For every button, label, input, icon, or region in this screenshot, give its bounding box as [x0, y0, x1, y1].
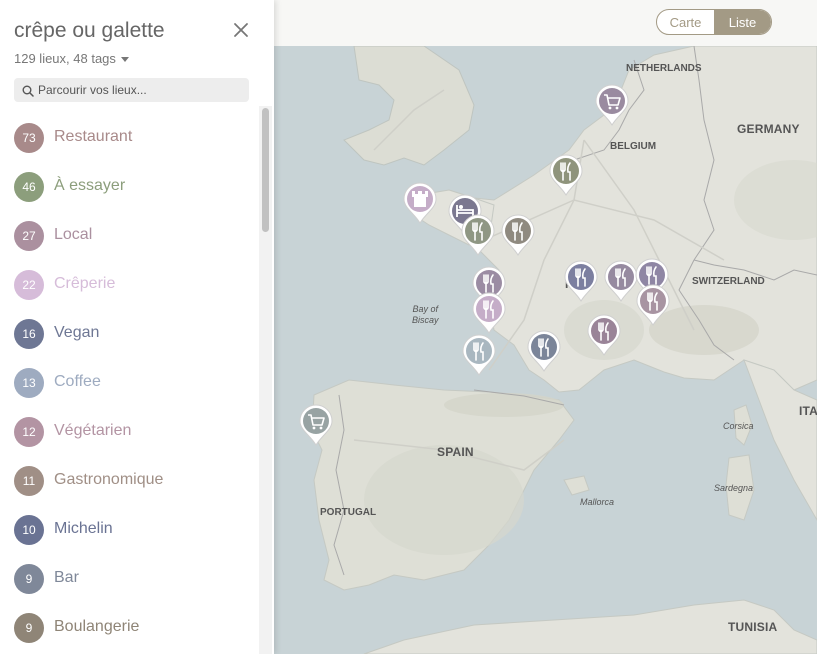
- label-netherlands: NETHERLANDS: [626, 63, 702, 74]
- tag-list: 73 Restaurant 46 À essayer 27 Local 22 Crêperie…: [0, 113, 258, 652]
- map-pin[interactable]: [462, 334, 496, 378]
- label-belgium: BELGIUM: [610, 141, 657, 152]
- tag-count-badge: 13: [14, 368, 44, 398]
- label-mallorca: Mallorca: [580, 497, 615, 507]
- map-pin[interactable]: [549, 154, 583, 198]
- bay-label-line-2: Biscay: [412, 315, 439, 325]
- tag-item[interactable]: 73 Restaurant: [0, 113, 258, 162]
- label-germany: GERMANY: [737, 122, 800, 136]
- tag-count-badge: 11: [14, 466, 44, 496]
- tag-item[interactable]: 12 Végétarien: [0, 407, 258, 456]
- map-pin[interactable]: [501, 214, 535, 258]
- tag-label: Bar: [54, 569, 79, 586]
- tag-count-badge: 9: [14, 613, 44, 643]
- tag-label: Local: [54, 226, 93, 243]
- tag-item[interactable]: 27 Local: [0, 211, 258, 260]
- label-italy: ITA: [799, 404, 817, 418]
- label-portugal: PORTUGAL: [320, 507, 377, 518]
- map-pin[interactable]: [472, 292, 506, 336]
- tag-item[interactable]: 11 Gastronomique: [0, 456, 258, 505]
- label-spain: SPAIN: [437, 445, 474, 459]
- tag-item[interactable]: 16 Vegan: [0, 309, 258, 358]
- tag-label: Gastronomique: [54, 471, 164, 488]
- tag-label: Vegan: [54, 324, 100, 341]
- tag-item[interactable]: 22 Crêperie: [0, 260, 258, 309]
- map-pin[interactable]: [564, 260, 598, 304]
- tag-count-badge: 46: [14, 172, 44, 202]
- tag-item[interactable]: 46 À essayer: [0, 162, 258, 211]
- label-bay-of-biscay: Bay of Biscay: [412, 304, 439, 326]
- label-sardegna: Sardegna: [714, 483, 754, 493]
- map-pin[interactable]: [604, 260, 638, 304]
- map-basemap: [274, 0, 817, 654]
- summary-dropdown[interactable]: 129 lieux, 48 tags: [14, 51, 129, 66]
- search-icon: [22, 84, 34, 102]
- close-icon[interactable]: [231, 20, 251, 40]
- sidebar: crêpe ou galette 129 lieux, 48 tags 73 Re…: [0, 0, 274, 654]
- view-toggle[interactable]: Carte Liste: [656, 9, 772, 35]
- tag-count-badge: 73: [14, 123, 44, 153]
- tag-label: Restaurant: [54, 128, 133, 145]
- bay-label-line-1: Bay of: [412, 304, 439, 314]
- tag-label: Michelin: [54, 520, 113, 537]
- tower-icon: [412, 191, 428, 207]
- caret-down-icon: [120, 57, 129, 63]
- map-pin[interactable]: [403, 182, 437, 226]
- tag-count-badge: 22: [14, 270, 44, 300]
- label-switzerland: SWITZERLAND: [692, 276, 765, 287]
- tag-item[interactable]: 10 Michelin: [0, 505, 258, 554]
- tag-label: Végétarien: [54, 422, 132, 439]
- map-pin[interactable]: [595, 84, 629, 128]
- map-view[interactable]: NETHERLANDS GERMANY BELGIUM FR SWITZERLA…: [274, 0, 817, 654]
- toggle-liste[interactable]: Liste: [714, 10, 771, 34]
- tag-label: À essayer: [54, 177, 126, 194]
- map-pin[interactable]: [527, 330, 561, 374]
- tag-item[interactable]: 9 Bar: [0, 554, 258, 603]
- tag-item[interactable]: 13 Coffee: [0, 358, 258, 407]
- map-pin[interactable]: [587, 314, 621, 358]
- toggle-carte[interactable]: Carte: [657, 10, 714, 34]
- tag-label: Coffee: [54, 373, 101, 390]
- search-input[interactable]: [38, 78, 243, 102]
- tag-label: Crêperie: [54, 275, 116, 292]
- scrollbar-thumb[interactable]: [262, 108, 269, 232]
- map-pin[interactable]: [299, 404, 333, 448]
- label-corsica: Corsica: [723, 421, 754, 431]
- tag-count-badge: 16: [14, 319, 44, 349]
- tag-item[interactable]: 9 Boulangerie: [0, 603, 258, 652]
- tag-count-badge: 27: [14, 221, 44, 251]
- map-pin[interactable]: [461, 214, 495, 258]
- tag-count-badge: 9: [14, 564, 44, 594]
- label-tunisia: TUNISIA: [728, 620, 778, 634]
- summary-text: 129 lieux, 48 tags: [14, 51, 116, 66]
- collection-title: crêpe ou galette: [14, 19, 165, 42]
- tag-label: Boulangerie: [54, 618, 140, 635]
- tag-count-badge: 10: [14, 515, 44, 545]
- search-box[interactable]: [14, 78, 249, 102]
- sidebar-scrollbar[interactable]: [259, 106, 272, 654]
- map-pin[interactable]: [636, 284, 670, 328]
- tag-count-badge: 12: [14, 417, 44, 447]
